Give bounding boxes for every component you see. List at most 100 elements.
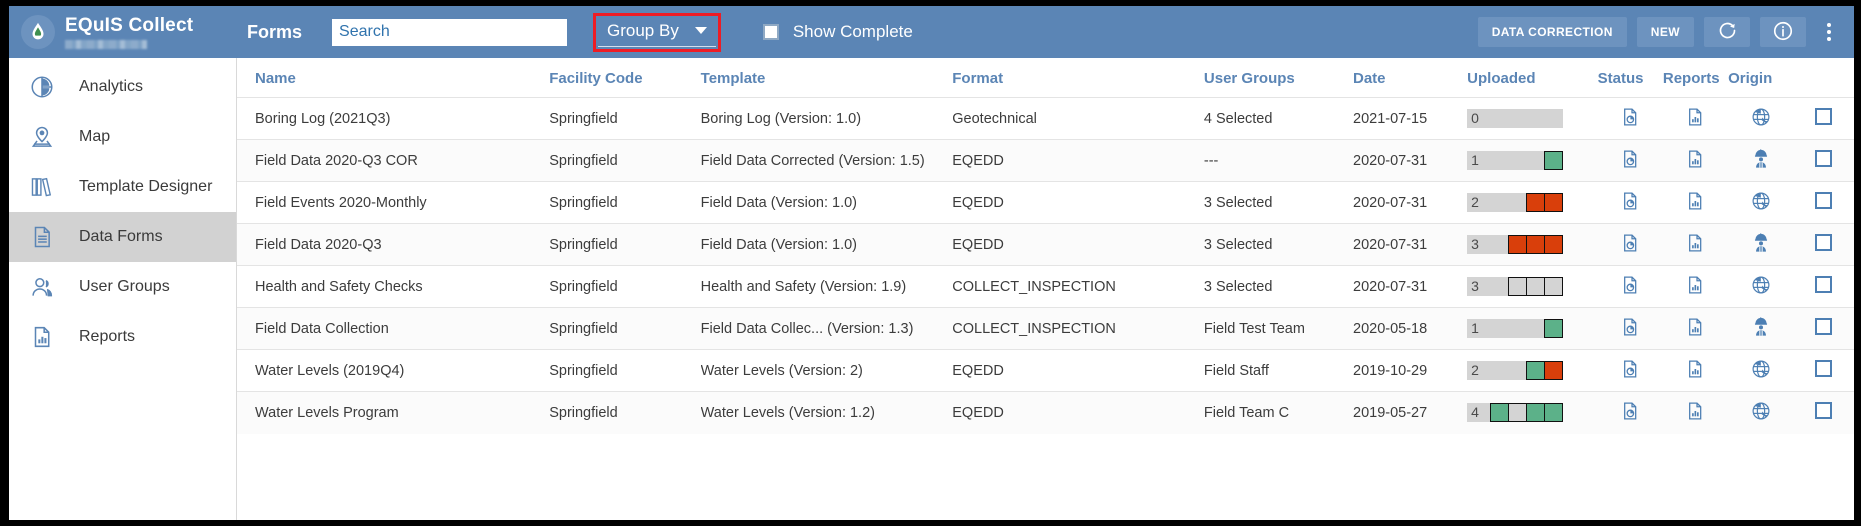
table-row[interactable]: Field Events 2020-Monthly Springfield Fiel… [237,181,1854,224]
brand-text: EQuIS Collect [65,16,193,49]
cell-template: Boring Log (Version: 1.0) [700,97,953,140]
sidebar-item-label: Map [79,128,111,145]
app-bar-actions: DATA CORRECTION NEW [1477,15,1854,49]
row-select-checkbox[interactable] [1815,276,1833,293]
cell-origin [1728,349,1794,392]
upload-segment-green [1544,319,1564,338]
row-select-checkbox[interactable] [1815,192,1833,209]
cell-select [1793,349,1854,392]
sidebar-item-data-forms[interactable]: Data Forms [9,212,236,262]
cell-template: Field Data (Version: 1.0) [700,181,953,224]
chevron-down-icon [694,27,707,34]
upload-segment-green [1544,403,1564,423]
brand-subtitle-redacted [65,39,147,49]
document-pie-chart-icon[interactable] [1619,232,1641,254]
upload-segments [1508,277,1564,296]
document-pie-chart-icon[interactable] [1619,148,1641,170]
document-pie-chart-icon[interactable] [1619,316,1641,338]
cell-user-groups: Field Test Team [1203,307,1353,350]
document-pie-chart-icon[interactable] [1619,400,1641,422]
map-pin-icon [27,124,57,150]
refresh-button[interactable] [1704,17,1750,47]
globe-icon[interactable] [1750,358,1772,380]
kebab-menu-icon [1827,30,1831,34]
sidebar-item-map[interactable]: Map [9,112,236,162]
document-pie-chart-icon[interactable] [1619,106,1641,128]
data-correction-button[interactable]: DATA CORRECTION [1477,17,1627,47]
column-header-user-groups[interactable]: User Groups [1204,58,1353,98]
cell-origin [1728,391,1794,434]
sidebar-item-analytics[interactable]: Analytics [9,62,236,112]
column-header-template[interactable]: Template [701,58,953,98]
group-by-button[interactable]: Group By [598,18,716,47]
column-header-name[interactable]: Name [237,58,549,98]
field-worker-icon[interactable] [1750,316,1772,338]
upload-segments [1526,193,1564,212]
document-bar-chart-icon[interactable] [1684,316,1706,338]
search-input[interactable] [332,18,568,46]
cell-format: EQEDD [952,223,1204,266]
document-icon [27,224,57,250]
field-worker-icon[interactable] [1750,148,1772,170]
overflow-menu-button[interactable] [1816,15,1842,49]
row-select-checkbox[interactable] [1815,402,1833,420]
column-header-date[interactable]: Date [1353,58,1467,98]
field-worker-icon[interactable] [1750,232,1772,254]
globe-icon[interactable] [1750,400,1772,422]
table-row[interactable]: Boring Log (2021Q3) Springfield Boring Log… [237,97,1854,140]
cell-template: Water Levels (Version: 2) [700,349,953,392]
table-row[interactable]: Water Levels Program Springfield Water Lev… [237,391,1854,434]
document-bar-chart-icon[interactable] [1684,190,1706,212]
cell-date: 2020-07-31 [1353,223,1468,266]
column-header-reports[interactable]: Reports [1663,58,1728,98]
cell-uploaded: 2 [1467,181,1598,224]
row-select-checkbox[interactable] [1815,108,1833,125]
new-button[interactable]: NEW [1636,17,1694,47]
group-by-annotation-box: Group By [593,12,721,52]
globe-icon[interactable] [1750,190,1772,212]
document-bar-chart-icon[interactable] [1684,232,1706,254]
show-complete-checkbox[interactable] [762,24,779,40]
info-button[interactable] [1760,17,1806,47]
show-complete-toggle[interactable]: Show Complete [762,22,913,42]
cell-user-groups: 3 Selected [1203,223,1353,266]
row-select-checkbox[interactable] [1815,234,1833,251]
document-bar-chart-icon[interactable] [1684,358,1706,380]
document-pie-chart-icon[interactable] [1619,190,1641,212]
document-bar-chart-icon[interactable] [1684,106,1706,128]
sidebar-item-reports[interactable]: Reports [9,312,236,362]
cell-format: COLLECT_INSPECTION [952,307,1204,350]
cell-template: Field Data (Version: 1.0) [700,223,953,266]
table-row[interactable]: Health and Safety Checks Springfield Healt… [237,265,1854,308]
column-header-facility[interactable]: Facility Code [549,58,700,98]
table-row[interactable]: Field Data 2020-Q3 Springfield Field Data … [237,223,1854,266]
document-pie-chart-icon[interactable] [1619,274,1641,296]
row-select-checkbox[interactable] [1815,318,1833,335]
upload-segments [1526,361,1564,380]
cell-uploaded: 3 [1467,223,1598,266]
column-header-status[interactable]: Status [1598,58,1663,98]
document-bar-chart-icon[interactable] [1684,148,1706,170]
cell-reports [1662,139,1729,182]
upload-progress-bar: 2 [1467,361,1564,380]
column-header-origin[interactable]: Origin [1728,58,1793,98]
table-row[interactable]: Field Data Collection Springfield Field Da… [237,307,1854,350]
sidebar-item-user-groups[interactable]: User Groups [9,262,236,312]
upload-segments [1508,235,1564,254]
globe-icon[interactable] [1750,274,1772,296]
row-select-checkbox[interactable] [1815,150,1833,167]
upload-progress-bar: 4 [1467,403,1564,423]
document-bar-chart-icon[interactable] [1684,274,1706,296]
cell-name: Health and Safety Checks [237,265,550,308]
column-header-uploaded[interactable]: Uploaded [1467,58,1597,98]
sidebar-item-template-designer[interactable]: Template Designer [9,162,236,212]
table-row[interactable]: Water Levels (2019Q4) Springfield Water Le… [237,349,1854,392]
row-select-checkbox[interactable] [1815,360,1833,377]
cell-status [1597,223,1663,266]
column-header-format[interactable]: Format [952,58,1204,98]
document-bar-chart-icon[interactable] [1684,400,1706,422]
document-pie-chart-icon[interactable] [1619,358,1641,380]
upload-progress-bar: 3 [1467,277,1564,296]
globe-icon[interactable] [1750,106,1772,128]
table-row[interactable]: Field Data 2020-Q3 COR Springfield Field D… [237,139,1854,182]
